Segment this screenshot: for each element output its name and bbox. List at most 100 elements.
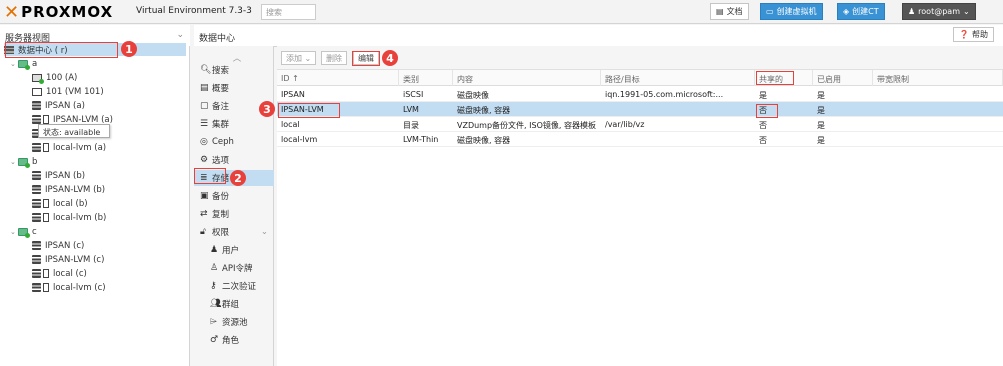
tree-item[interactable]: IPSAN (b)	[32, 169, 85, 182]
cell-type: LVM-Thin	[403, 135, 439, 144]
chevron-down-icon: ⌄	[260, 227, 268, 237]
save-icon: ▣	[200, 191, 209, 201]
nav-label: 选项	[212, 156, 230, 166]
create-vm-label: 创建虚拟机	[776, 7, 817, 16]
docs-button[interactable]: ▤ 文档	[710, 3, 749, 20]
nav-label: 集群	[212, 120, 230, 130]
nav-search[interactable]: 🔍︎ 搜索	[194, 62, 274, 78]
user-icon: ♟	[210, 245, 219, 255]
tree-item[interactable]: IPSAN-LVM (b)	[32, 183, 105, 196]
book-icon: ▤	[200, 83, 209, 93]
tree-item[interactable]: 101 (VM 101)	[32, 85, 104, 98]
tree-item-label: 100 (A)	[46, 72, 78, 83]
table-row[interactable]: IPSAN iSCSI 磁盘映像 iqn.1991-05.com.microso…	[277, 87, 1003, 102]
help-icon: ❓	[959, 30, 969, 39]
callout-4: 4	[382, 50, 398, 66]
nav-label: API令牌	[222, 264, 253, 274]
search-input[interactable]: 搜索	[261, 4, 316, 20]
remove-button[interactable]: 删除	[321, 51, 347, 65]
nav-roles[interactable]: ♂ 角色	[194, 332, 274, 348]
user-outline-icon: ♙	[210, 263, 219, 273]
callout-2: 2	[230, 170, 246, 186]
nav-label: 概要	[212, 84, 230, 94]
nav-cluster[interactable]: ☰ 集群	[194, 116, 274, 132]
tree-node-b[interactable]: ⌄ b	[10, 155, 37, 168]
nav-options[interactable]: ⚙ 选项	[194, 152, 274, 168]
nav-api-tokens[interactable]: ♙ API令牌	[194, 260, 274, 276]
nav-groups[interactable]: 👥︎ 群组	[194, 296, 274, 312]
user-menu-button[interactable]: ♟ root@pam ⌄	[902, 3, 976, 20]
search-icon: 🔍︎	[200, 65, 212, 75]
nav-label: Ceph	[212, 137, 234, 147]
help-button[interactable]: ❓ 帮助	[953, 27, 994, 42]
tree-item[interactable]: local (b)	[32, 197, 88, 210]
cell-bandwidth	[873, 102, 1003, 117]
table-row[interactable]: local-lvm LVM-Thin 磁盘映像, 容器 否 是	[277, 132, 1003, 147]
nav-label: 备注	[212, 102, 230, 112]
node-online-icon	[18, 157, 30, 168]
proxmox-logo: ✕ PROXMOX	[4, 2, 114, 23]
cell-shared: 否	[759, 136, 767, 145]
tree-item-label: local-lvm (c)	[53, 282, 106, 293]
vm-stopped-icon	[32, 87, 42, 96]
nav-ceph[interactable]: ◎ Ceph	[194, 134, 274, 150]
storage-icon	[32, 283, 41, 292]
tree-item-label: IPSAN (a)	[45, 100, 85, 111]
storage-icon	[32, 255, 41, 264]
nav-backup[interactable]: ▣ 备份	[194, 188, 274, 204]
nav-two-factor[interactable]: ⚷ 二次验证	[194, 278, 274, 294]
file-icon	[43, 143, 49, 152]
nav-users[interactable]: ♟ 用户	[194, 242, 274, 258]
ceph-icon: ◎	[200, 137, 208, 147]
table-row[interactable]: IPSAN-LVM LVM 磁盘映像, 容器 否 是	[277, 102, 1003, 117]
tree-node-c[interactable]: ⌄ c	[10, 225, 37, 238]
tree-item[interactable]: local (c)	[32, 267, 87, 280]
tree-item[interactable]: IPSAN (c)	[32, 239, 84, 252]
tree-item[interactable]: IPSAN-LVM (c)	[32, 253, 104, 266]
tree-item[interactable]: IPSAN (a)	[32, 99, 85, 112]
logo-text: PROXMOX	[21, 3, 114, 21]
column-header[interactable]: 带宽限制	[873, 70, 1003, 86]
user-icon: ♟	[908, 7, 916, 16]
cell-path: iqn.1991-05.com.microsoft:...	[605, 90, 724, 99]
unlock-icon: 🔓︎	[200, 227, 206, 237]
storage-icon	[32, 115, 41, 124]
cell-type: iSCSI	[403, 90, 424, 99]
nav-replication[interactable]: ⇄ 复制	[194, 206, 274, 222]
nav-label: 用户	[222, 246, 240, 256]
page-title: 数据中心	[199, 34, 236, 44]
add-button[interactable]: 添加 ⌄	[281, 51, 317, 65]
cell-bandwidth	[873, 117, 1003, 132]
tree-item[interactable]: local-lvm (b)	[32, 211, 106, 224]
file-icon	[43, 199, 49, 208]
tree-item[interactable]: local-lvm (c)	[32, 281, 106, 294]
nav-summary[interactable]: ▤ 概要	[194, 80, 274, 96]
highlight-edit	[352, 51, 380, 66]
nav-permissions[interactable]: 🔓︎ 权限 ⌄	[194, 224, 274, 240]
column-header[interactable]: 路径/目标	[601, 70, 755, 86]
storage-icon	[32, 241, 41, 250]
storage-icon	[32, 185, 41, 194]
nav-label: 角色	[222, 336, 240, 346]
column-header[interactable]: ID ↑	[277, 70, 399, 86]
tree-item[interactable]: local-lvm (a)	[32, 141, 106, 154]
file-icon	[43, 115, 49, 124]
nav-label: 二次验证	[222, 282, 257, 292]
column-header[interactable]: 已启用	[813, 70, 873, 86]
nav-pools[interactable]: ⌲ 资源池	[194, 314, 274, 330]
tags-icon: ⌲	[210, 317, 218, 327]
create-vm-button[interactable]: ▭ 创建虚拟机	[760, 3, 823, 20]
content-header: 数据中心 ❓ 帮助	[194, 25, 1003, 47]
storage-icon	[32, 269, 41, 278]
gear-icon: ⚙	[200, 155, 209, 165]
tree-item[interactable]: 100 (A)	[32, 71, 77, 84]
column-header[interactable]: 内容	[453, 70, 601, 86]
table-row[interactable]: local 目录 VZDump备份文件, ISO镜像, 容器模板 /var/li…	[277, 117, 1003, 132]
column-header[interactable]: 类别	[399, 70, 453, 86]
node-label: b	[32, 156, 38, 167]
storage-icon	[32, 143, 41, 152]
create-ct-button[interactable]: ◈ 创建CT	[837, 3, 885, 20]
product-version: Virtual Environment 7.3-3	[136, 6, 252, 16]
tree-node-a[interactable]: ⌄ a	[10, 57, 37, 70]
cell-bandwidth	[873, 87, 1003, 102]
